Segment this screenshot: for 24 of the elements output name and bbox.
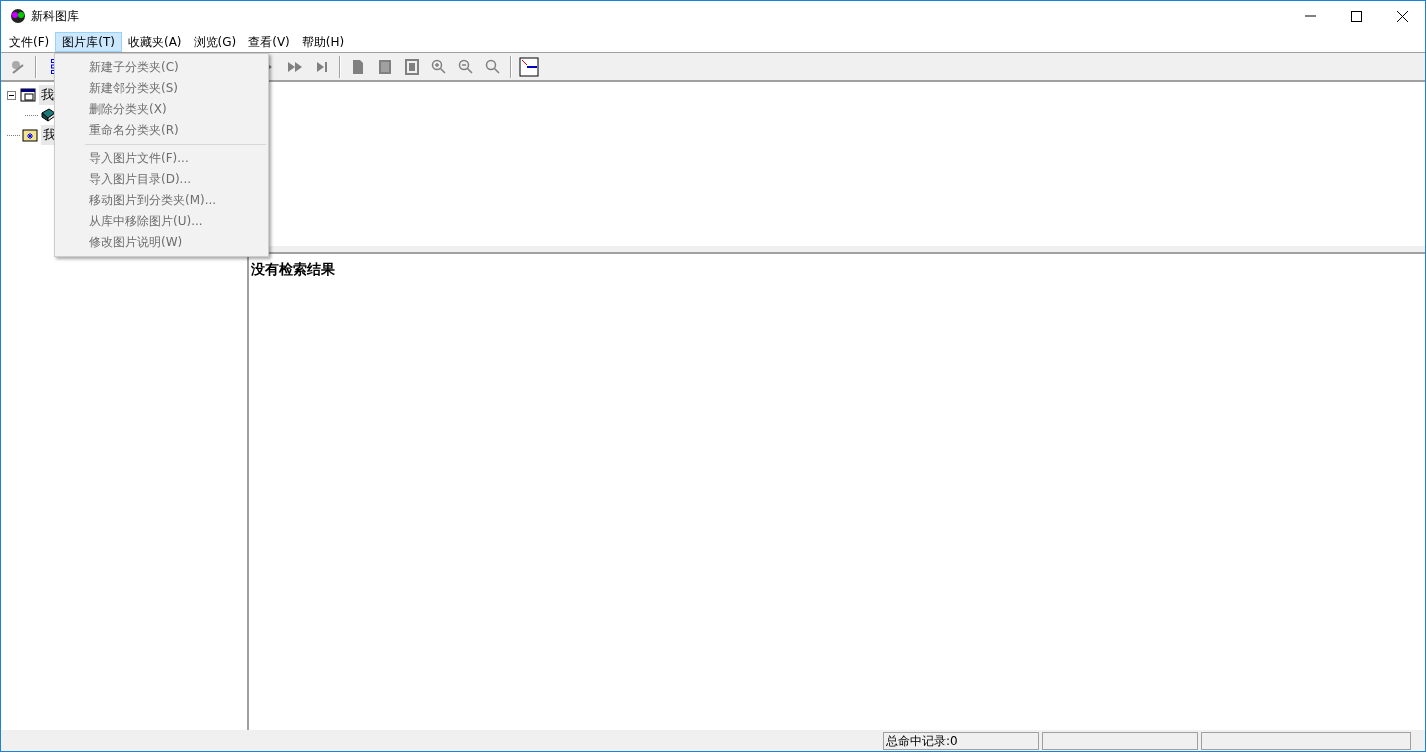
search-icon [485,58,501,75]
menu-item[interactable]: 帮助(H) [295,31,351,52]
minimize-icon [1304,15,1316,17]
zoom-in-icon [431,58,447,75]
window-icon [519,56,539,77]
maximize-icon [1350,10,1362,22]
folder-icon [22,127,38,143]
status-panel: 总命中记录:0 [883,731,1039,750]
collapse-toggle[interactable] [7,90,16,100]
menu-item[interactable]: 图片库(T) [55,31,122,52]
menu-item[interactable]: 收藏夹(A) [121,31,188,52]
window-icon [20,87,36,103]
menu-item[interactable]: 浏览(G) [187,31,243,52]
page-icon [404,58,420,75]
page-icon [377,58,393,75]
window-button[interactable] [516,54,542,79]
results-message: 没有检索结果 [251,261,335,277]
zoom-out-icon [458,58,474,75]
menu-item[interactable]: 文件(F) [3,31,56,52]
page-icon [350,58,366,75]
close-icon [1396,10,1408,22]
menu-item[interactable]: 查看(V) [242,31,296,52]
app-icon [9,7,27,25]
window-title: 新科图库 [31,8,79,25]
